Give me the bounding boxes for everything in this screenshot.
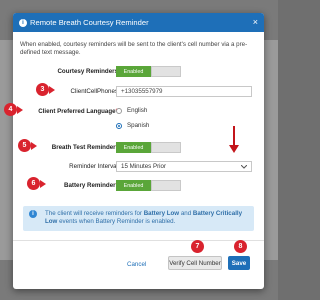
reminder-interval-select[interactable]: 15 Minutes Prior (116, 161, 252, 172)
callout-badge-5: 5 (18, 139, 31, 152)
client-cell-phones-value: +13035557979 (121, 88, 163, 95)
dialog-header: i Remote Breath Courtesy Reminder × (13, 13, 264, 32)
verify-cell-number-button[interactable]: Verify Cell Number (168, 256, 222, 270)
dialog-title: Remote Breath Courtesy Reminder (30, 18, 149, 27)
callout-badge-8: 8 (234, 240, 247, 253)
callout-badge-6: 6 (27, 177, 40, 190)
callout-pointer (49, 86, 55, 94)
callout-badge-7: 7 (191, 240, 204, 253)
info-circle-icon: i (29, 210, 37, 218)
radio-spanish[interactable] (116, 122, 122, 129)
callout-badge-3: 3 (36, 83, 49, 96)
cancel-button[interactable]: Cancel (127, 261, 146, 268)
toggle-enabled-state: Enabled (116, 180, 151, 191)
language-option-english-label: English (127, 107, 148, 114)
language-option-spanish-label: Spanish (127, 122, 150, 129)
toggle-enabled-state: Enabled (116, 142, 151, 153)
callout-pointer (31, 142, 37, 150)
reminder-interval-label: Reminder Interval (69, 163, 118, 170)
battery-reminder-toggle[interactable]: Enabled (116, 180, 181, 191)
callout-pointer (40, 180, 46, 188)
callout-badge-4: 4 (4, 103, 17, 116)
chevron-down-icon (241, 164, 247, 169)
client-cell-phones-input[interactable]: +13035557979 (116, 86, 252, 97)
reminder-dialog: i Remote Breath Courtesy Reminder × When… (13, 13, 264, 289)
courtesy-reminders-label: Courtesy Reminders (57, 68, 118, 75)
toggle-enabled-state: Enabled (116, 66, 151, 77)
info-icon: i (19, 18, 27, 27)
language-option-english[interactable]: English (116, 107, 147, 114)
battery-info-alert: i The client will receive reminders for … (23, 206, 254, 231)
courtesy-reminders-toggle[interactable]: Enabled (116, 66, 181, 77)
background-panel-right (264, 40, 278, 260)
callout-arrow-down-icon (229, 145, 239, 153)
toggle-off-side (151, 142, 181, 153)
background-panel-left (0, 40, 13, 260)
reminder-interval-value: 15 Minutes Prior (121, 163, 167, 170)
dialog-intro-text: When enabled, courtesy reminders will be… (20, 41, 248, 56)
toggle-off-side (151, 180, 181, 191)
radio-english[interactable] (116, 107, 122, 114)
save-button[interactable]: Save (228, 256, 250, 270)
footer-divider (13, 240, 264, 241)
close-icon[interactable]: × (253, 18, 258, 27)
preferred-language-label: Client Preferred Language* (20, 108, 118, 115)
callout-pointer (17, 106, 23, 114)
language-option-spanish[interactable]: Spanish (116, 122, 149, 129)
toggle-off-side (151, 66, 181, 77)
breath-test-reminder-toggle[interactable]: Enabled (116, 142, 181, 153)
callout-arrow-shaft (233, 126, 235, 147)
